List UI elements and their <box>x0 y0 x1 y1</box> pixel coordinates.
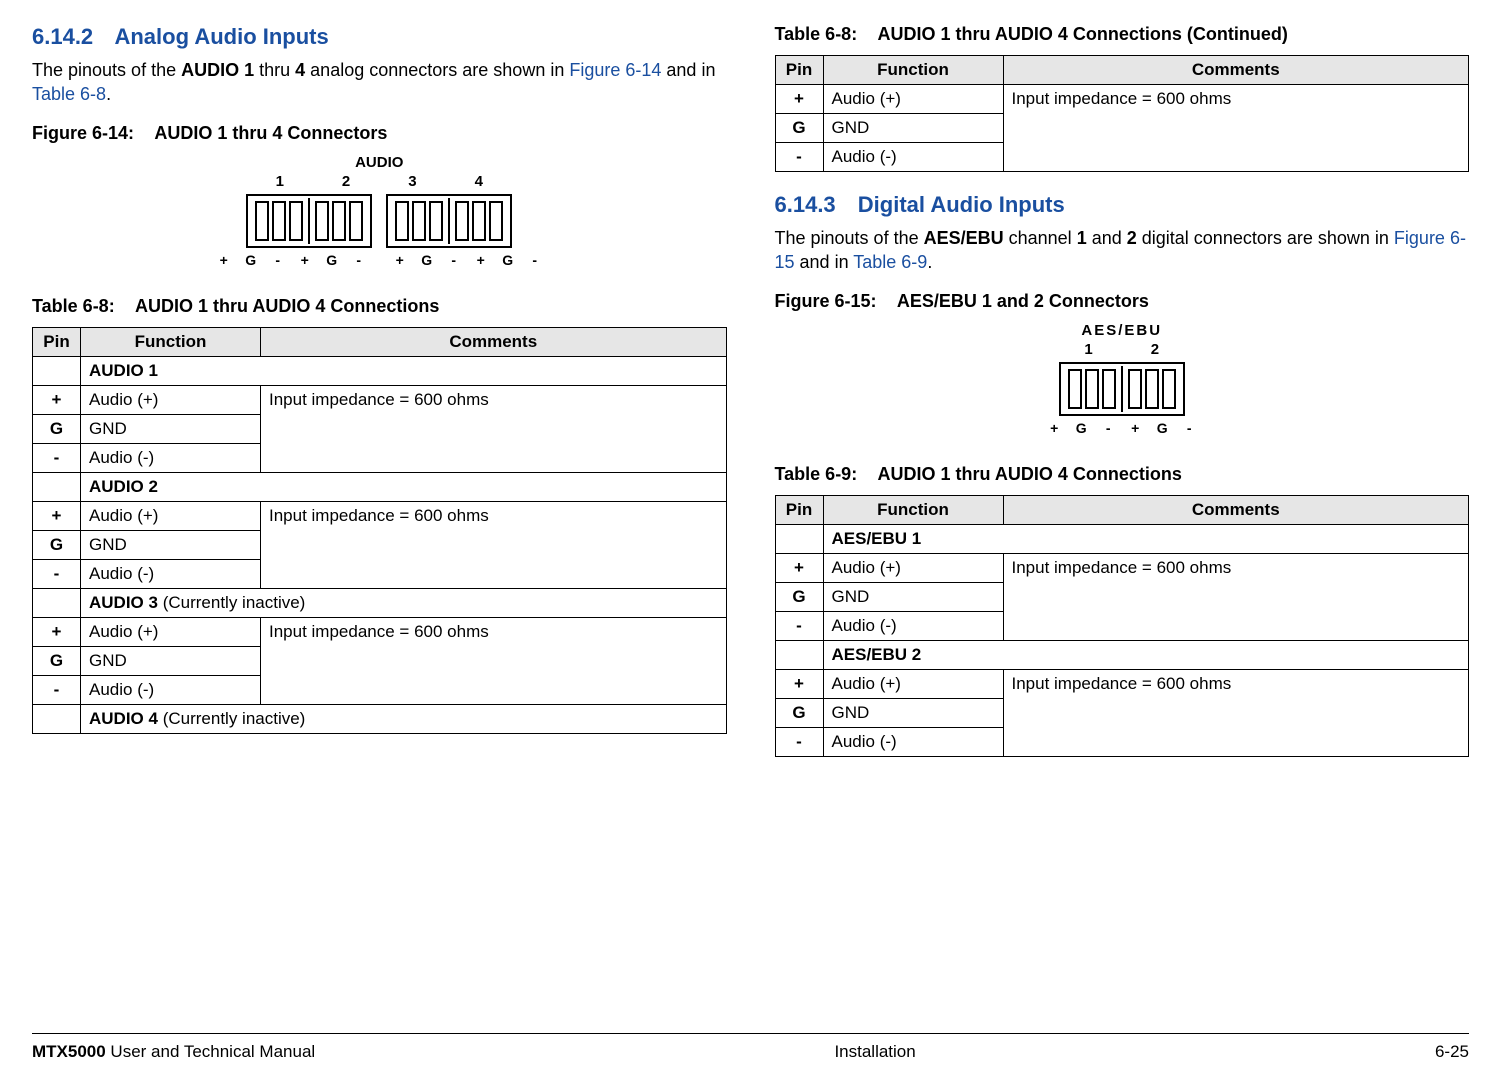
connector-port <box>1121 366 1181 412</box>
th-function: Function <box>81 327 261 356</box>
connector-numbers: 1 2 3 4 <box>276 173 483 190</box>
table-row: AES/EBU 2 <box>775 640 1469 669</box>
table-6-8-continued-caption: Table 6-8: AUDIO 1 thru AUDIO 4 Connecti… <box>775 24 1470 45</box>
th-comments: Comments <box>261 327 727 356</box>
connector-label: AUDIO <box>355 154 403 171</box>
right-column: Table 6-8: AUDIO 1 thru AUDIO 4 Connecti… <box>775 24 1470 757</box>
table-row: AES/EBU 1 <box>775 524 1469 553</box>
table-header-row: Pin Function Comments <box>775 495 1469 524</box>
connector-port <box>390 198 448 244</box>
table-6-8-continued: Pin Function Comments +Audio (+)Input im… <box>775 55 1470 172</box>
section-number: 6.14.2 <box>32 24 93 49</box>
figure-6-14-diagram: AUDIO 1 2 3 4 +G-+G-+G-+G- <box>32 154 727 268</box>
table-row: +Audio (+)Input impedance = 600 ohms <box>33 385 727 414</box>
table-header-row: Pin Function Comments <box>33 327 727 356</box>
pin-labels: +G-+G- <box>1041 420 1203 436</box>
section-title: Digital Audio Inputs <box>858 192 1065 217</box>
footer-page-number: 6-25 <box>1435 1042 1469 1062</box>
table-row: AUDIO 3 (Currently inactive) <box>33 588 727 617</box>
digital-paragraph: The pinouts of the AES/EBU channel 1 and… <box>775 226 1470 275</box>
connector-row <box>1059 362 1185 416</box>
connector-row <box>246 194 512 248</box>
figure-6-14-caption: Figure 6-14: AUDIO 1 thru 4 Connectors <box>32 123 727 144</box>
left-column: 6.14.2 Analog Audio Inputs The pinouts o… <box>32 24 727 757</box>
table-row: AUDIO 1 <box>33 356 727 385</box>
connector-numbers: 1 2 <box>1084 341 1159 358</box>
figure-6-15-diagram: AES/EBU 1 2 +G-+G- <box>775 322 1470 436</box>
connector-port <box>1063 366 1121 412</box>
pin-labels: +G-+G-+G-+G- <box>210 252 548 268</box>
table-6-9: Pin Function Comments AES/EBU 1 +Audio (… <box>775 495 1470 757</box>
analog-paragraph: The pinouts of the AUDIO 1 thru 4 analog… <box>32 58 727 107</box>
link-table-6-8[interactable]: Table 6-8 <box>32 84 106 104</box>
connector-block <box>386 194 512 248</box>
table-row: +Audio (+)Input impedance = 600 ohms <box>33 501 727 530</box>
connector-block <box>1059 362 1185 416</box>
table-row: +Audio (+)Input impedance = 600 ohms <box>775 85 1469 114</box>
connector-port <box>308 198 368 244</box>
table-row: AUDIO 2 <box>33 472 727 501</box>
section-title: Analog Audio Inputs <box>114 24 328 49</box>
page-content: 6.14.2 Analog Audio Inputs The pinouts o… <box>32 24 1469 757</box>
section-heading-digital: 6.14.3 Digital Audio Inputs <box>775 192 1470 218</box>
table-row: +Audio (+)Input impedance = 600 ohms <box>33 617 727 646</box>
section-number: 6.14.3 <box>775 192 836 217</box>
table-header-row: Pin Function Comments <box>775 56 1469 85</box>
link-table-6-9[interactable]: Table 6-9 <box>853 252 927 272</box>
connector-port <box>448 198 508 244</box>
connector-port <box>250 198 308 244</box>
figure-6-15-caption: Figure 6-15: AES/EBU 1 and 2 Connectors <box>775 291 1470 312</box>
table-6-8-caption: Table 6-8: AUDIO 1 thru AUDIO 4 Connecti… <box>32 296 727 317</box>
section-heading-analog: 6.14.2 Analog Audio Inputs <box>32 24 727 50</box>
table-row: AUDIO 4 (Currently inactive) <box>33 704 727 733</box>
table-6-9-caption: Table 6-9: AUDIO 1 thru AUDIO 4 Connecti… <box>775 464 1470 485</box>
connector-block <box>246 194 372 248</box>
th-pin: Pin <box>33 327 81 356</box>
footer-center: Installation <box>834 1042 915 1062</box>
footer-left: MTX5000 User and Technical Manual <box>32 1042 315 1062</box>
page-footer: MTX5000 User and Technical Manual Instal… <box>32 1033 1469 1062</box>
table-6-8: Pin Function Comments AUDIO 1 +Audio (+)… <box>32 327 727 734</box>
table-row: +Audio (+)Input impedance = 600 ohms <box>775 669 1469 698</box>
link-figure-6-14[interactable]: Figure 6-14 <box>569 60 661 80</box>
connector-label: AES/EBU <box>1081 322 1162 339</box>
table-row: +Audio (+)Input impedance = 600 ohms <box>775 553 1469 582</box>
